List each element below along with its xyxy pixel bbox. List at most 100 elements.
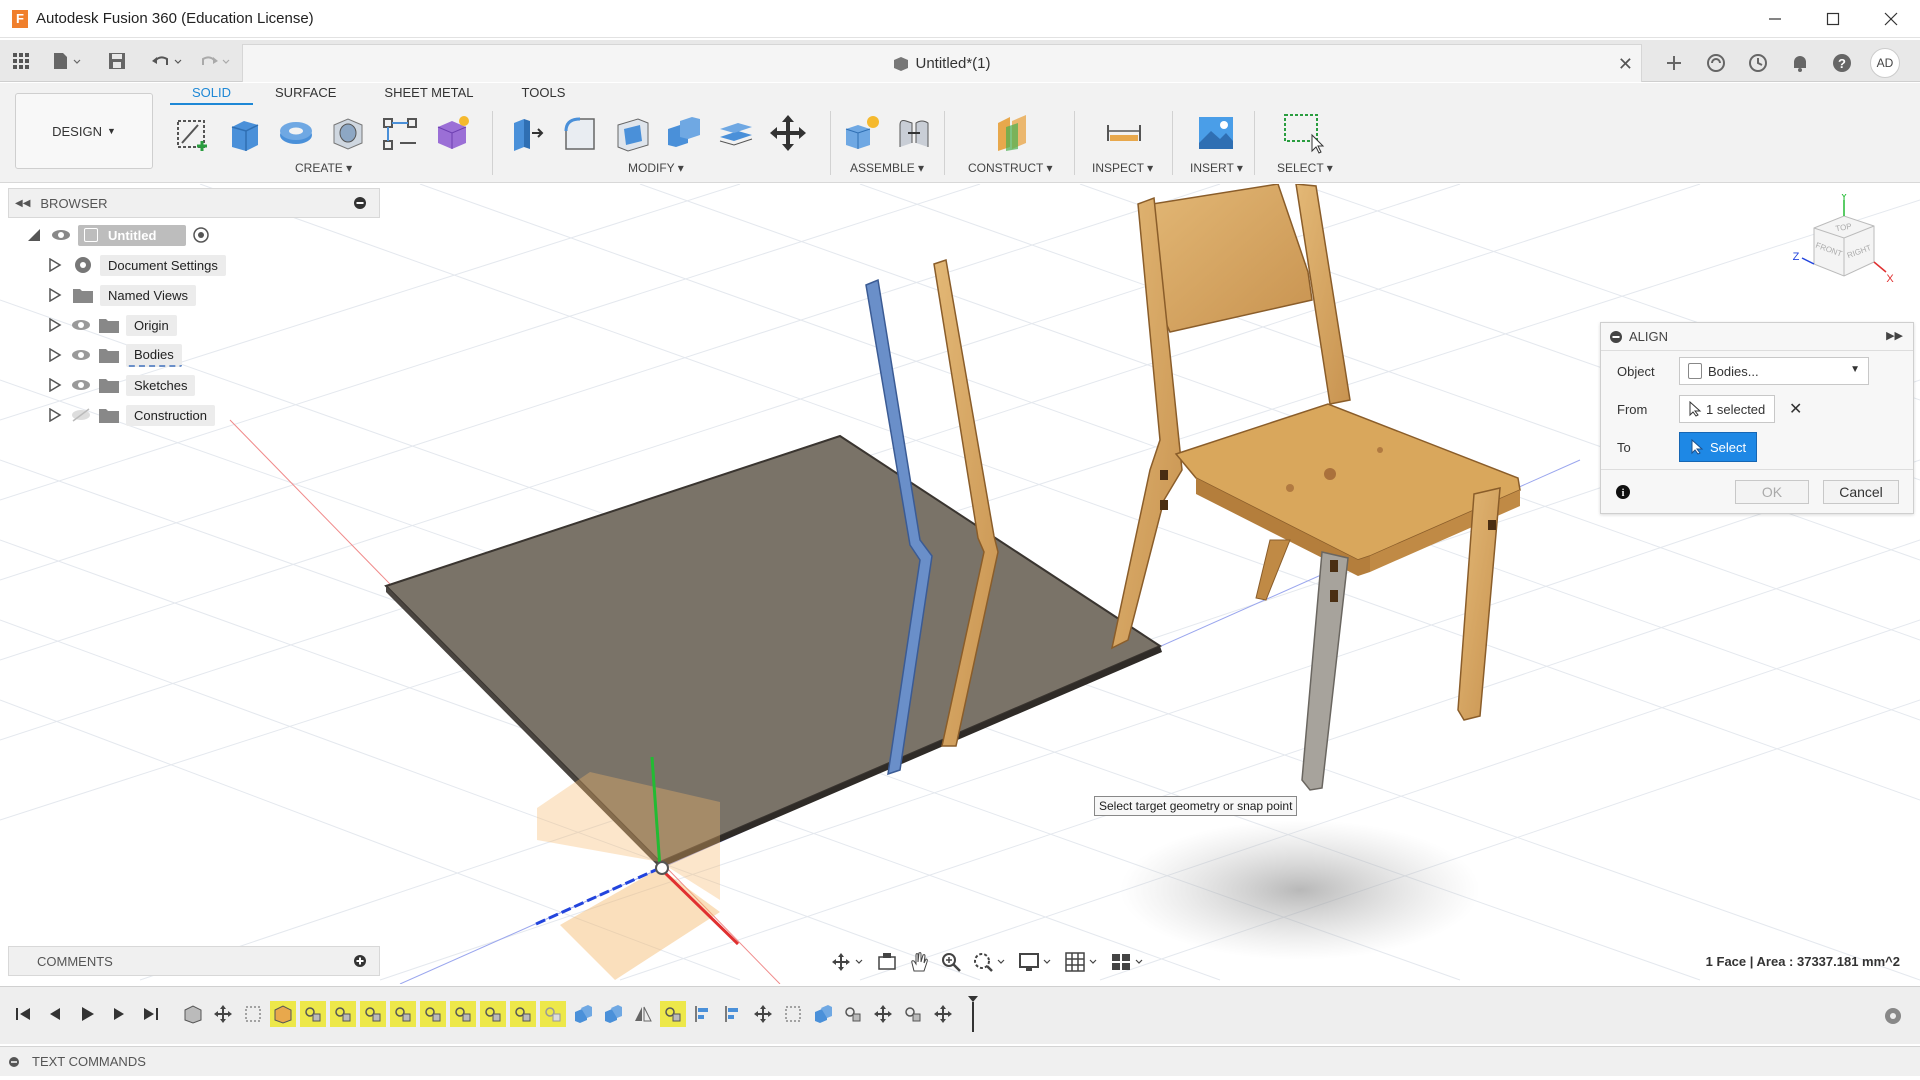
info-icon[interactable]: i: [1615, 484, 1631, 500]
collapse-text-commands-icon[interactable]: [8, 1056, 20, 1068]
new-tab-plus-icon[interactable]: [1660, 50, 1688, 76]
workspace-switcher[interactable]: DESIGN ▼: [15, 93, 153, 169]
step-back-icon[interactable]: [46, 1005, 64, 1023]
timeline-joint-icon[interactable]: [660, 1001, 686, 1027]
add-comment-icon[interactable]: [353, 954, 367, 971]
hole-icon[interactable]: [326, 111, 370, 155]
orbit-icon[interactable]: [830, 951, 866, 973]
timeline-align-icon[interactable]: [720, 1001, 746, 1027]
expand-triangle-icon[interactable]: [48, 408, 62, 422]
timeline-joint-icon[interactable]: [360, 1001, 386, 1027]
timeline-move-icon[interactable]: [870, 1001, 896, 1027]
construct-group-label[interactable]: CONSTRUCT ▾: [968, 161, 1052, 175]
offset-face-icon[interactable]: [714, 111, 758, 155]
select-group-label[interactable]: SELECT ▾: [1277, 161, 1333, 175]
press-pull-icon[interactable]: [506, 111, 550, 155]
tree-item-origin[interactable]: Origin: [48, 312, 177, 338]
scene-canvas[interactable]: [0, 184, 1920, 984]
expand-triangle-icon[interactable]: [48, 378, 62, 392]
timeline-move-icon[interactable]: [750, 1001, 776, 1027]
hidden-eye-icon[interactable]: [70, 407, 92, 423]
revolve-icon[interactable]: [274, 111, 318, 155]
to-select-button[interactable]: Select: [1679, 432, 1758, 462]
timeline-mirror-icon[interactable]: [630, 1001, 656, 1027]
timeline-sketch-icon[interactable]: [780, 1001, 806, 1027]
expand-triangle-icon[interactable]: [48, 288, 62, 302]
sync-icon[interactable]: [1702, 50, 1730, 76]
go-to-start-icon[interactable]: [14, 1005, 32, 1023]
grid-snaps-icon[interactable]: [1064, 951, 1100, 973]
minimize-button[interactable]: [1746, 0, 1804, 38]
timeline-joint-icon[interactable]: [420, 1001, 446, 1027]
tab-solid[interactable]: SOLID: [170, 83, 254, 105]
tree-item-document-settings[interactable]: Document Settings: [48, 252, 226, 278]
create-form-icon[interactable]: [430, 111, 474, 155]
timeline-settings-gear-icon[interactable]: [1882, 1005, 1904, 1027]
visibility-eye-icon[interactable]: [70, 377, 92, 393]
timeline-sketch-icon[interactable]: [240, 1001, 266, 1027]
document-tab[interactable]: Untitled*(1) ✕: [242, 44, 1642, 82]
timeline-joint-icon[interactable]: [510, 1001, 536, 1027]
browser-options-icon[interactable]: [353, 196, 367, 213]
go-to-end-icon[interactable]: [142, 1005, 160, 1023]
notification-bell-icon[interactable]: [1786, 50, 1814, 76]
assemble-group-label[interactable]: ASSEMBLE ▾: [850, 161, 924, 175]
timeline-joint-icon[interactable]: [450, 1001, 476, 1027]
select-window-icon[interactable]: [1282, 111, 1326, 155]
move-copy-icon[interactable]: [766, 111, 810, 155]
timeline-feature-icon[interactable]: [180, 1001, 206, 1027]
collapse-browser-icon[interactable]: ◀◀: [15, 198, 30, 209]
timeline-feature-icon[interactable]: [270, 1001, 296, 1027]
create-group-label[interactable]: CREATE ▾: [295, 161, 352, 175]
offset-plane-icon[interactable]: [990, 111, 1034, 155]
insert-image-icon[interactable]: [1194, 111, 1238, 155]
view-cube[interactable]: Y X Z RIGHT FRONT TOP: [1786, 194, 1896, 304]
look-at-icon[interactable]: [876, 951, 898, 973]
viewports-icon[interactable]: [1110, 951, 1146, 973]
collapse-dialog-icon[interactable]: [1609, 330, 1623, 344]
modify-group-label[interactable]: MODIFY ▾: [628, 161, 684, 175]
step-forward-icon[interactable]: [110, 1005, 128, 1023]
measure-icon[interactable]: [1102, 111, 1146, 155]
create-sketch-icon[interactable]: [170, 111, 214, 155]
text-commands-bar[interactable]: TEXT COMMANDS: [0, 1046, 1920, 1076]
timeline-joint-icon[interactable]: [540, 1001, 566, 1027]
file-menu-icon[interactable]: [52, 50, 82, 72]
pan-hand-icon[interactable]: [908, 951, 930, 973]
tab-surface[interactable]: SURFACE: [253, 83, 358, 105]
tree-item-bodies[interactable]: Bodies: [48, 342, 182, 368]
inspect-group-label[interactable]: INSPECT ▾: [1092, 161, 1153, 175]
redo-icon[interactable]: [198, 50, 232, 72]
clear-selection-icon[interactable]: ✕: [1789, 399, 1802, 419]
chair-assembly[interactable]: [1110, 184, 1521, 791]
play-icon[interactable]: [78, 1005, 96, 1023]
save-icon[interactable]: [108, 50, 126, 72]
tab-sheet-metal[interactable]: SHEET METAL: [358, 83, 499, 105]
combine-icon[interactable]: [662, 111, 706, 155]
maximize-button[interactable]: [1804, 0, 1862, 38]
timeline-combine-icon[interactable]: [570, 1001, 596, 1027]
close-window-button[interactable]: [1862, 0, 1920, 38]
visibility-eye-icon[interactable]: [70, 347, 92, 363]
activate-radio-icon[interactable]: [192, 226, 210, 244]
tab-tools[interactable]: TOOLS: [500, 83, 588, 105]
object-dropdown[interactable]: Bodies... ▼: [1679, 357, 1869, 385]
expand-dialog-icon[interactable]: ▶▶: [1886, 329, 1903, 342]
timeline-move-icon[interactable]: [210, 1001, 236, 1027]
expand-triangle-icon[interactable]: [48, 258, 62, 272]
timeline-joint-icon[interactable]: [390, 1001, 416, 1027]
help-icon[interactable]: ?: [1828, 50, 1856, 76]
job-status-icon[interactable]: [1744, 50, 1772, 76]
undo-icon[interactable]: [150, 50, 184, 72]
extrude-icon[interactable]: [222, 111, 266, 155]
timeline-joint-icon[interactable]: [900, 1001, 926, 1027]
collapse-triangle-icon[interactable]: [26, 227, 42, 243]
user-avatar[interactable]: AD: [1870, 48, 1900, 78]
app-grid-icon[interactable]: [12, 50, 30, 72]
browser-panel-header[interactable]: ◀◀ BROWSER: [8, 188, 380, 218]
tree-item-construction[interactable]: Construction: [48, 402, 215, 428]
display-settings-icon[interactable]: [1018, 951, 1054, 973]
timeline-move-icon[interactable]: [930, 1001, 956, 1027]
timeline-joint-icon[interactable]: [330, 1001, 356, 1027]
fillet-icon[interactable]: [558, 111, 602, 155]
